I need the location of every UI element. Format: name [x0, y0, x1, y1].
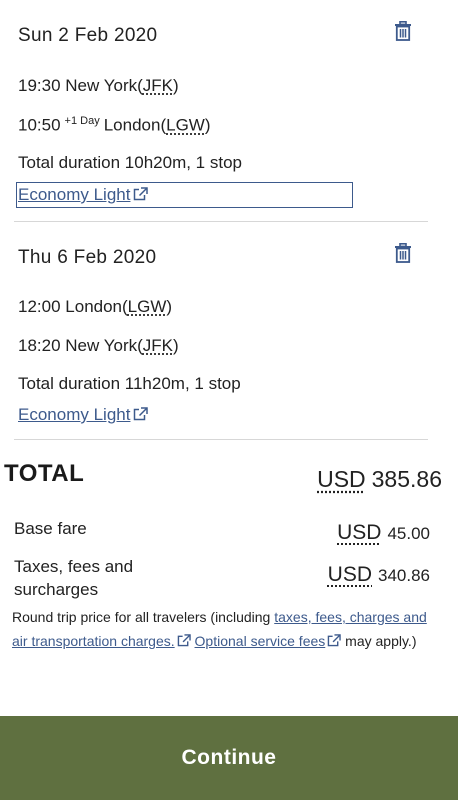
arrival-close: )	[173, 336, 179, 355]
arrival-airport-code[interactable]: JFK	[143, 336, 173, 355]
external-link-icon	[177, 634, 191, 647]
arrival-city: London(	[103, 115, 167, 135]
duration-text: Total duration 10h20m, 1 stop	[18, 153, 242, 172]
fare-type-label: Economy Light	[18, 405, 131, 424]
currency-code[interactable]: USD	[337, 521, 381, 544]
total-amount: USD 385.86	[317, 466, 442, 493]
next-day-indicator: +1 Day	[64, 115, 100, 127]
arrival-airport-code[interactable]: LGW	[166, 116, 205, 135]
taxes-value: 340.86	[378, 566, 430, 585]
base-fare-amount: USD 45.00	[337, 521, 430, 545]
price-note: Round trip price for all travelers (incl…	[12, 605, 444, 653]
arrival-row: 10:50 +1 Day London(LGW)	[18, 115, 211, 136]
departure-airport-code[interactable]: LGW	[128, 297, 167, 316]
arrival-time: 18:20	[18, 336, 61, 355]
departure-close: )	[166, 297, 173, 316]
arrival-close: )	[204, 115, 211, 135]
currency-code[interactable]: USD	[317, 466, 366, 492]
focus-outline	[16, 182, 353, 208]
optional-fees-link-label: Optional service fees	[194, 633, 326, 649]
departure-airport-code[interactable]: JFK	[143, 76, 173, 95]
taxes-label-line-2: surcharges	[14, 580, 99, 599]
external-link-icon	[134, 407, 149, 421]
flight-segment-outbound: Sun 2 Feb 2020 19:30 New York(JFK) 10:50…	[16, 0, 430, 220]
fare-type-link[interactable]: Economy Light	[18, 405, 149, 425]
departure-row: 19:30 New York(JFK)	[18, 76, 179, 96]
external-link-icon	[327, 634, 341, 647]
departure-city: London(	[65, 297, 128, 316]
departure-row: 12:00 London(LGW)	[18, 297, 172, 317]
segment-date: Thu 6 Feb 2020	[18, 247, 157, 268]
trash-icon[interactable]	[394, 21, 412, 41]
arrival-row: 18:20 New York(JFK)	[18, 336, 179, 356]
departure-time: 12:00	[18, 297, 61, 316]
departure-city: New York(	[65, 76, 143, 95]
segment-date: Sun 2 Feb 2020	[18, 25, 158, 46]
total-value: 385.86	[371, 466, 442, 492]
arrival-city: New York(	[65, 336, 143, 355]
continue-button[interactable]: Continue	[0, 716, 458, 800]
taxes-amount: USD 340.86	[328, 563, 430, 587]
departure-close: )	[173, 76, 179, 95]
trash-icon[interactable]	[394, 243, 412, 263]
duration-text: Total duration 11h20m, 1 stop	[18, 374, 241, 393]
total-label: TOTAL	[4, 460, 85, 487]
taxes-label-line-1: Taxes, fees and	[14, 557, 134, 576]
currency-code[interactable]: USD	[328, 563, 372, 586]
optional-service-fees-link[interactable]: Optional service fees	[195, 633, 326, 649]
note-text-start: Round trip price for all travelers (incl…	[12, 609, 275, 625]
note-text-end: may apply.)	[341, 633, 417, 649]
taxes-label: Taxes, fees and surcharges	[14, 555, 133, 601]
divider	[14, 439, 428, 440]
base-fare-value: 45.00	[387, 524, 430, 543]
base-fare-label: Base fare	[14, 519, 87, 538]
arrival-time: 10:50	[18, 115, 61, 135]
departure-time: 19:30	[18, 76, 61, 95]
flight-segment-return: Thu 6 Feb 2020 12:00 London(LGW) 18:20 N…	[18, 222, 430, 438]
fare-type-link[interactable]: Economy Light	[16, 182, 353, 208]
